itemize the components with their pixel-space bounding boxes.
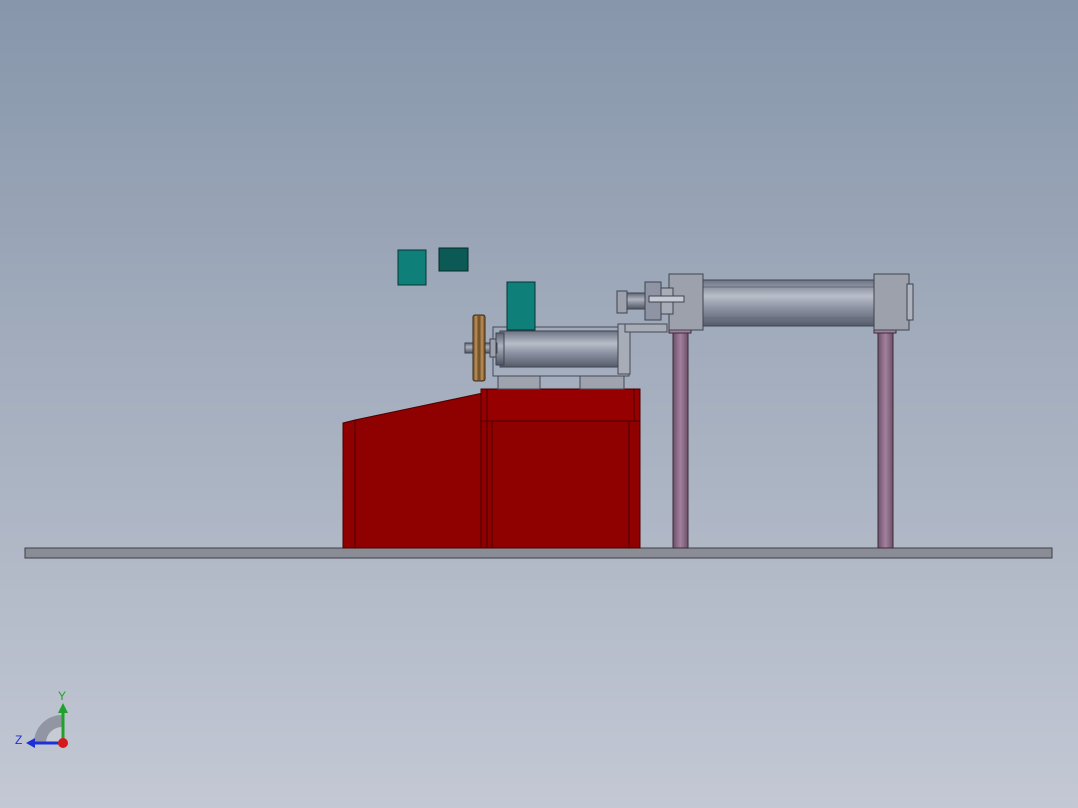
teal-block-motor[interactable]: [506, 281, 536, 331]
support-post-right[interactable]: [877, 329, 894, 549]
teal-block-floating-2[interactable]: [438, 247, 469, 272]
enclosure-top-lip: [480, 388, 641, 422]
model-canvas[interactable]: Y Z: [0, 0, 1078, 808]
x-axis-dot: [58, 738, 68, 748]
z-axis-label: Z: [15, 733, 22, 747]
motor-body[interactable]: [499, 330, 619, 368]
coordinate-triad: Y Z: [15, 689, 68, 748]
base-plate[interactable]: [24, 547, 1053, 559]
cad-viewport[interactable]: Y Z: [0, 0, 1078, 808]
teal-block-floating-1[interactable]: [397, 249, 427, 286]
motor-mount-right[interactable]: [579, 375, 625, 390]
cylinder-end-cap-right[interactable]: [873, 273, 910, 331]
enclosure-sloped-section[interactable]: [342, 392, 484, 549]
y-axis-label: Y: [58, 689, 66, 703]
support-post-left[interactable]: [672, 329, 689, 549]
motor-mount-left[interactable]: [497, 375, 541, 390]
